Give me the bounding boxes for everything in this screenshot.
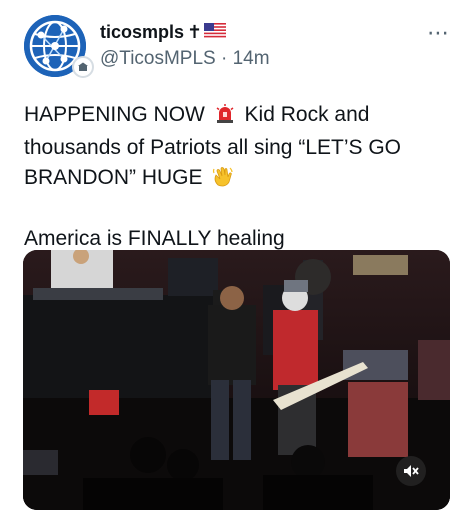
tweet: ticosmpls ✝ @TicosMPLS · 14m ⋯ HAPPENING…	[0, 0, 472, 510]
tweet-text: HAPPENING NOW Kid Rock and thousands of …	[24, 100, 454, 254]
tweet-text-line: thousands of Patriots all sing “LET’S GO	[24, 136, 402, 159]
waving-hand-icon	[212, 165, 234, 196]
more-horizontal-icon[interactable]: ⋯	[427, 20, 450, 46]
us-flag-icon	[204, 22, 227, 43]
community-badge-icon	[72, 56, 94, 78]
handle[interactable]: @TicosMPLS	[100, 48, 216, 69]
timestamp[interactable]: 14m	[233, 48, 270, 69]
display-name[interactable]: ticosmpls	[100, 22, 184, 43]
name-row[interactable]: ticosmpls ✝	[100, 22, 227, 43]
sound-off-icon[interactable]	[396, 456, 426, 486]
tweet-text-line: BRANDON” HUGE	[24, 163, 454, 196]
concert-stage-video	[23, 250, 450, 510]
video-media[interactable]	[23, 250, 450, 510]
separator: ·	[221, 48, 228, 69]
cross-symbol: ✝	[187, 22, 203, 42]
handle-row: @TicosMPLS · 14m	[100, 48, 270, 70]
tweet-text-line: HAPPENING NOW Kid Rock and	[24, 100, 454, 133]
police-siren-icon	[215, 103, 235, 133]
